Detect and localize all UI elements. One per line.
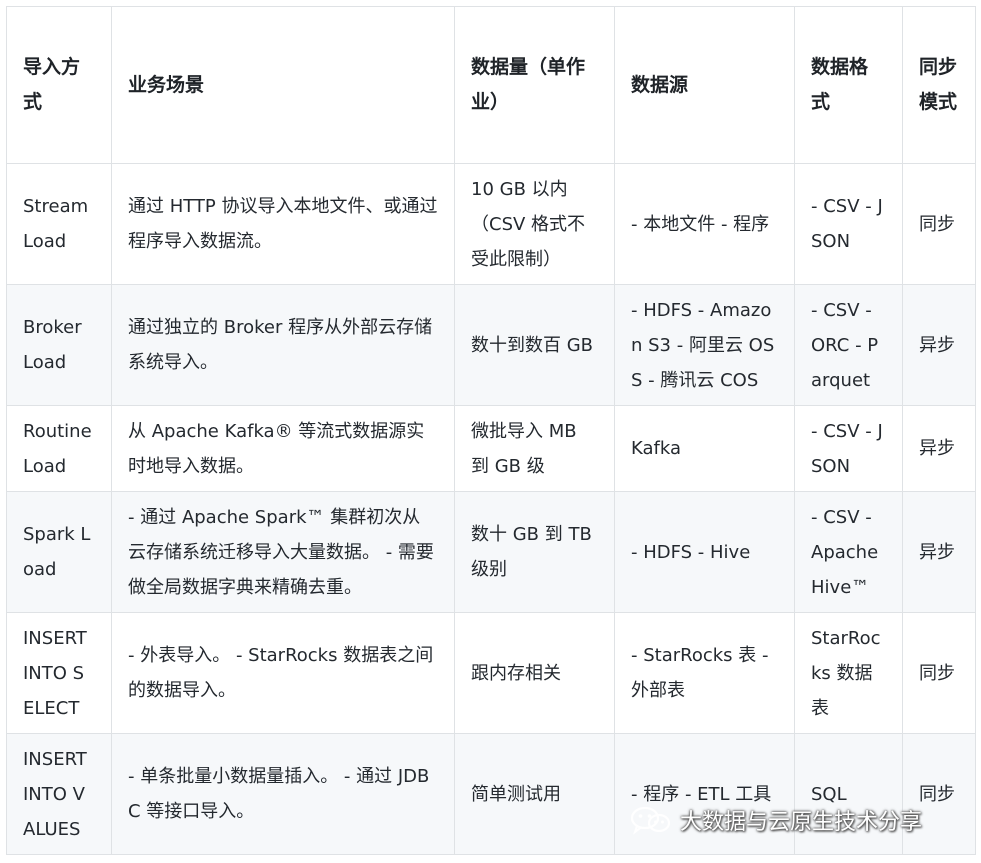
cell-data-format: - CSV - JSON [794, 163, 903, 285]
cell-data-volume: 数十 GB 到 TB 级别 [454, 491, 615, 613]
cell-business-scenario: - 外表导入。 - StarRocks 数据表之间的数据导入。 [111, 612, 455, 734]
cell-data-format: StarRocks 数据表 [794, 612, 903, 734]
table-row: INSERT INTO VALUES - 单条批量小数据量插入。 - 通过 JD… [6, 733, 976, 855]
cell-data-source: Kafka [614, 405, 795, 492]
cell-data-volume: 简单测试用 [454, 733, 615, 855]
cell-data-format: - CSV - ORC - Parquet [794, 284, 903, 406]
cell-import-method: INSERT INTO VALUES [6, 733, 112, 855]
cell-business-scenario: 通过独立的 Broker 程序从外部云存储系统导入。 [111, 284, 455, 406]
cell-data-format: - CSV - JSON [794, 405, 903, 492]
cell-data-volume: 10 GB 以内（CSV 格式不受此限制） [454, 163, 615, 285]
cell-import-method: Stream Load [6, 163, 112, 285]
table-row: Routine Load 从 Apache Kafka® 等流式数据源实时地导入… [6, 405, 976, 492]
cell-data-source: - HDFS - Hive [614, 491, 795, 613]
cell-data-source: - 本地文件 - 程序 [614, 163, 795, 285]
table-row: Spark Load - 通过 Apache Spark™ 集群初次从云存储系统… [6, 491, 976, 613]
cell-import-method: Spark Load [6, 491, 112, 613]
table-row: Stream Load 通过 HTTP 协议导入本地文件、或通过程序导入数据流。… [6, 163, 976, 285]
cell-business-scenario: - 单条批量小数据量插入。 - 通过 JDBC 等接口导入。 [111, 733, 455, 855]
cell-data-format: - CSV - Apache Hive™ [794, 491, 903, 613]
cell-data-source: - StarRocks 表 - 外部表 [614, 612, 795, 734]
cell-data-volume: 微批导入 MB 到 GB 级 [454, 405, 615, 492]
table-row: Broker Load 通过独立的 Broker 程序从外部云存储系统导入。 数… [6, 284, 976, 406]
header-data-format: 数据格式 [794, 6, 903, 164]
cell-sync-mode: 同步 [902, 163, 976, 285]
cell-data-source: - HDFS - Amazon S3 - 阿里云 OSS - 腾讯云 COS [614, 284, 795, 406]
cell-data-volume: 跟内存相关 [454, 612, 615, 734]
cell-sync-mode: 同步 [902, 612, 976, 734]
cell-business-scenario: 通过 HTTP 协议导入本地文件、或通过程序导入数据流。 [111, 163, 455, 285]
cell-data-source: - 程序 - ETL 工具 [614, 733, 795, 855]
header-sync-mode: 同步模式 [902, 6, 976, 164]
cell-import-method: Routine Load [6, 405, 112, 492]
cell-import-method: Broker Load [6, 284, 112, 406]
cell-business-scenario: 从 Apache Kafka® 等流式数据源实时地导入数据。 [111, 405, 455, 492]
header-data-volume: 数据量（单作业） [454, 6, 615, 164]
header-import-method: 导入方式 [6, 6, 112, 164]
cell-business-scenario: - 通过 Apache Spark™ 集群初次从云存储系统迁移导入大量数据。 -… [111, 491, 455, 613]
header-data-source: 数据源 [614, 6, 795, 164]
table-row: INSERT INTO SELECT - 外表导入。 - StarRocks 数… [6, 612, 976, 734]
cell-sync-mode: 异步 [902, 284, 976, 406]
header-business-scenario: 业务场景 [111, 6, 455, 164]
cell-data-format: SQL [794, 733, 903, 855]
cell-data-volume: 数十到数百 GB [454, 284, 615, 406]
table-wrapper: 导入方式 业务场景 数据量（单作业） 数据源 数据格式 同步模式 Stream … [6, 6, 976, 855]
cell-sync-mode: 异步 [902, 491, 976, 613]
cell-sync-mode: 同步 [902, 733, 976, 855]
import-methods-table: 导入方式 业务场景 数据量（单作业） 数据源 数据格式 同步模式 Stream … [6, 6, 976, 855]
cell-import-method: INSERT INTO SELECT [6, 612, 112, 734]
table-header-row: 导入方式 业务场景 数据量（单作业） 数据源 数据格式 同步模式 [6, 6, 976, 164]
cell-sync-mode: 异步 [902, 405, 976, 492]
